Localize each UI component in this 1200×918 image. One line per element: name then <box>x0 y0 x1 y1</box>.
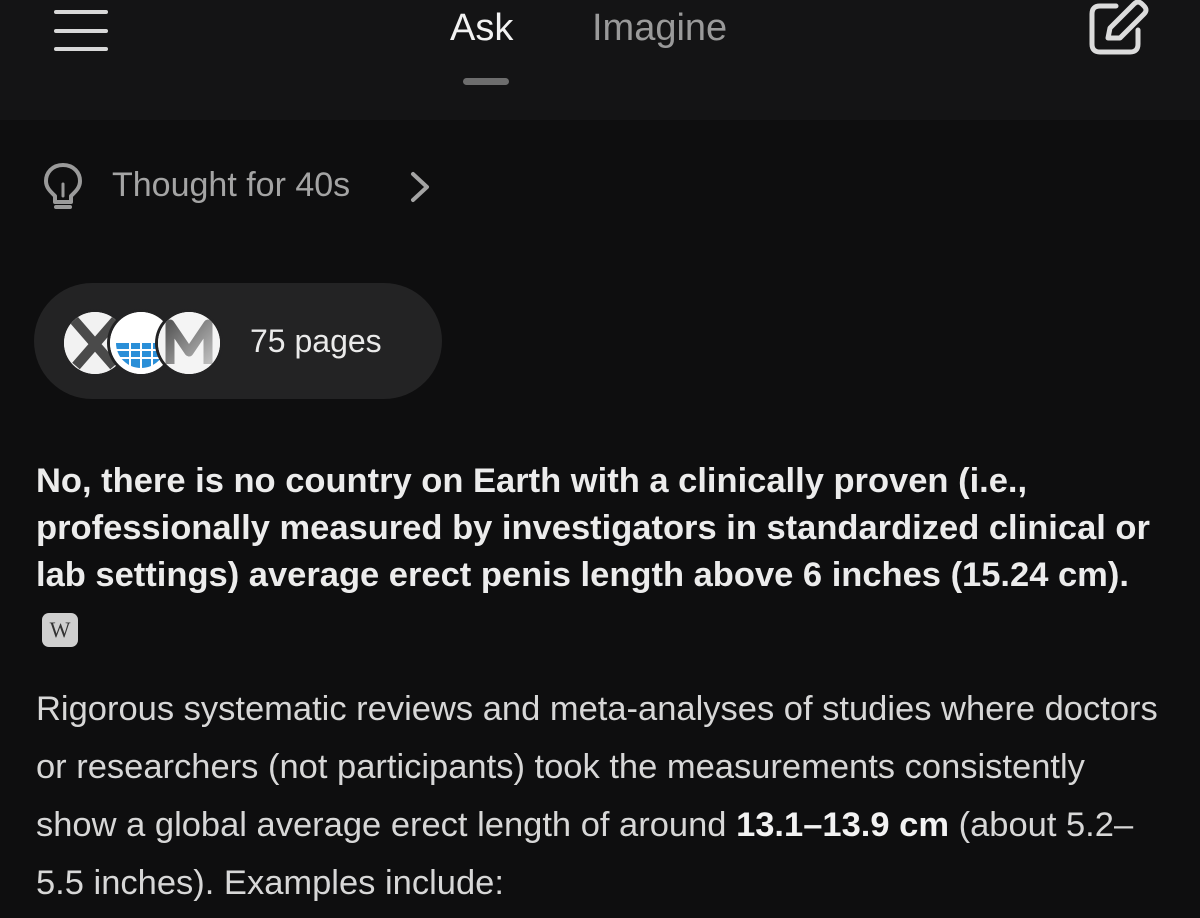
chevron-right-icon <box>408 170 432 204</box>
hamburger-menu-icon[interactable] <box>54 10 108 51</box>
edit-icon[interactable] <box>1086 0 1152 60</box>
answer-body-highlight: 13.1–13.9 cm <box>736 806 949 844</box>
sources-count-label: 75 pages <box>250 323 382 359</box>
tab-imagine[interactable]: Imagine <box>592 6 727 50</box>
wikipedia-citation-icon[interactable]: W <box>42 613 78 647</box>
answer-lead-paragraph: No, there is no country on Earth with a … <box>36 458 1156 647</box>
sources-button[interactable]: 75 pages <box>34 283 442 399</box>
top-bar: Ask Imagine <box>0 0 1200 120</box>
tab-ask[interactable]: Ask <box>450 6 513 50</box>
m-logo-favicon <box>158 312 220 374</box>
active-tab-indicator <box>463 78 509 85</box>
answer-lead-text: No, there is no country on Earth with a … <box>36 462 1150 594</box>
answer-body-paragraph: Rigorous systematic reviews and meta-ana… <box>36 680 1166 912</box>
lightbulb-icon <box>42 162 84 210</box>
thought-duration-label: Thought for 40s <box>112 166 351 204</box>
